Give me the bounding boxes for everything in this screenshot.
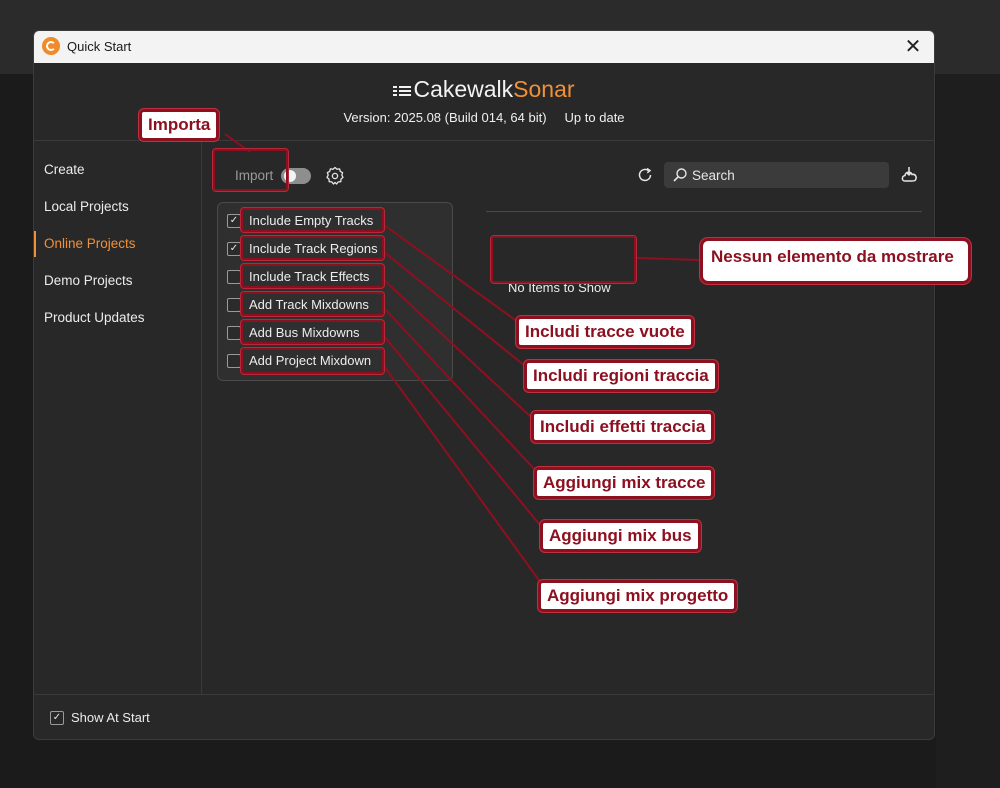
title-bar: Quick Start ✕ xyxy=(34,31,934,63)
sidebar-item-local-projects[interactable]: Local Projects xyxy=(34,194,202,220)
checkbox-add-bus-mixdowns[interactable] xyxy=(227,326,241,340)
show-at-start-checkbox[interactable]: ✓ xyxy=(50,711,64,725)
annotation-box-track-effects xyxy=(241,264,384,288)
content-divider xyxy=(486,211,922,212)
show-at-start-label: Show At Start xyxy=(71,710,150,725)
checkbox-add-project-mixdown[interactable] xyxy=(227,354,241,368)
cakewalk-app-icon xyxy=(42,37,60,55)
search-box[interactable] xyxy=(664,162,889,188)
annotation-label-includi-tracce-vuote: Includi tracce vuote xyxy=(516,316,694,348)
annotation-box-bus-mixdowns xyxy=(241,320,384,344)
sidebar: Create Local Projects Online Projects De… xyxy=(34,142,202,694)
annotation-box-no-items xyxy=(491,236,636,283)
annotation-box-track-mixdowns xyxy=(241,292,384,316)
logo-lines-icon xyxy=(393,86,412,96)
footer: ✓ Show At Start xyxy=(34,694,934,739)
annotation-box-import xyxy=(213,149,288,191)
annotation-box-empty-tracks xyxy=(241,208,384,232)
annotation-label-importa: Importa xyxy=(139,109,220,141)
checkbox-add-track-mixdowns[interactable] xyxy=(227,298,241,312)
annotation-label-includi-effetti-traccia: Includi effetti traccia xyxy=(531,411,715,443)
version-text: Version: 2025.08 (Build 014, 64 bit) xyxy=(343,110,547,125)
refresh-icon[interactable] xyxy=(636,166,654,184)
checkbox-include-track-effects[interactable] xyxy=(227,270,241,284)
update-status: Up to date xyxy=(564,110,625,125)
annotation-label-aggiungi-mix-bus: Aggiungi mix bus xyxy=(540,520,701,552)
annotation-label-aggiungi-mix-tracce: Aggiungi mix tracce xyxy=(534,467,715,499)
window-title: Quick Start xyxy=(67,39,132,54)
annotation-label-nessun-elemento: Nessun elemento da mostrare xyxy=(700,238,971,284)
sidebar-item-product-updates[interactable]: Product Updates xyxy=(34,305,202,331)
checkbox-include-track-regions[interactable]: ✓ xyxy=(227,242,241,256)
product-logo: CakewalkSonar xyxy=(34,76,934,103)
close-icon[interactable]: ✕ xyxy=(902,36,924,58)
sidebar-item-demo-projects[interactable]: Demo Projects xyxy=(34,268,202,294)
background-panel xyxy=(936,74,1000,788)
logo-sonar: Sonar xyxy=(513,76,575,102)
search-input[interactable] xyxy=(692,164,882,186)
gear-icon[interactable] xyxy=(325,166,345,186)
cloud-sync-icon[interactable] xyxy=(899,164,921,186)
annotation-label-includi-regioni-traccia: Includi regioni traccia xyxy=(524,360,718,392)
annotation-label-aggiungi-mix-progetto: Aggiungi mix progetto xyxy=(538,580,738,612)
checkbox-include-empty-tracks[interactable]: ✓ xyxy=(227,214,241,228)
search-icon xyxy=(673,168,687,182)
annotation-box-track-regions xyxy=(241,236,384,260)
sidebar-item-create[interactable]: Create xyxy=(34,157,202,183)
logo-cakewalk: Cakewalk xyxy=(413,76,514,102)
annotation-box-project-mixdown xyxy=(241,348,384,374)
sidebar-item-online-projects[interactable]: Online Projects xyxy=(34,231,202,257)
